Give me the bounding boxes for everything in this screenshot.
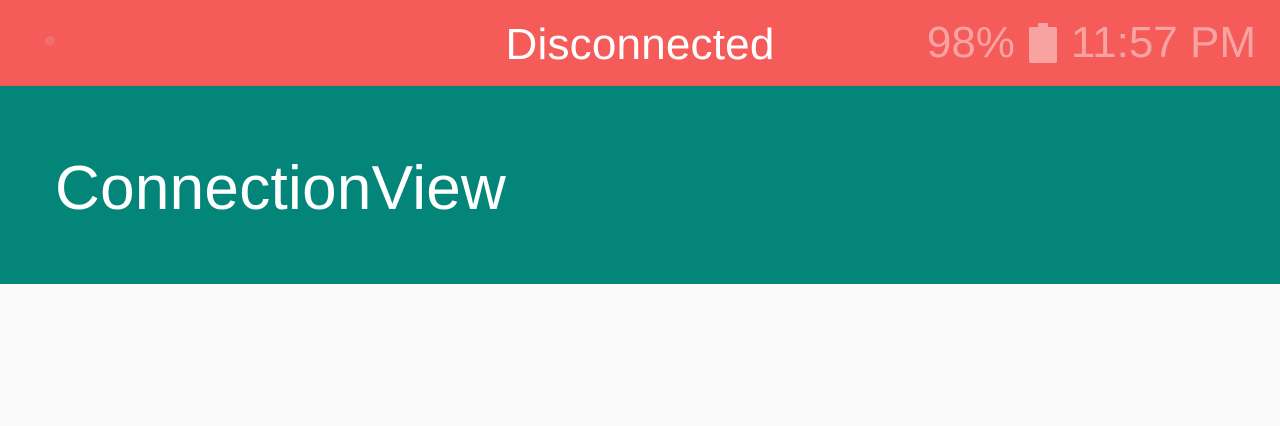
app-bar: ConnectionView [0, 86, 1280, 284]
clock-time: 11:57 PM [1070, 18, 1256, 67]
battery-icon [1028, 23, 1057, 63]
status-bar: Disconnected 98% 11:57 PM [0, 0, 1280, 86]
main-content [0, 284, 1280, 426]
app-title: ConnectionView [55, 154, 507, 223]
battery-percentage: 98% [926, 18, 1015, 67]
status-indicators: 98% 11:57 PM [927, 0, 1256, 86]
